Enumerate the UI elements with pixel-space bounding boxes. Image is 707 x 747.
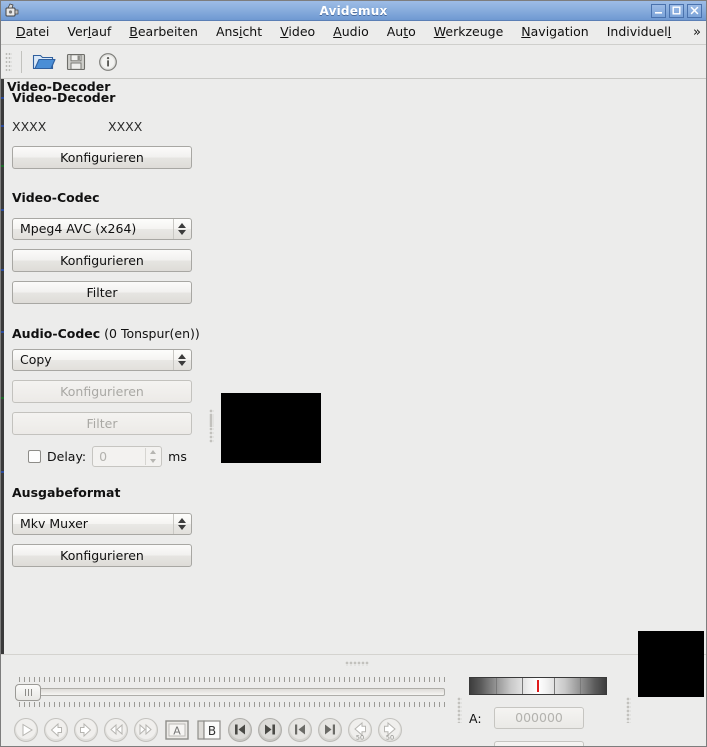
go-to-end-button[interactable] (257, 717, 283, 743)
marker-b-label: B (208, 724, 216, 738)
marker-a-field-label: A: (469, 710, 482, 726)
window-controls (651, 3, 706, 18)
audio-codec-heading-main: Audio-Codec (12, 326, 101, 341)
avidemux-app-icon (4, 3, 20, 19)
menu-item-ansicht[interactable]: Ansicht (207, 23, 271, 42)
position-marker (537, 680, 539, 692)
video-codec-heading: Video-Codec (12, 190, 100, 205)
settings-stack: Video-Decoder XXXX XXXX Konfigurieren Vi… (12, 77, 212, 567)
prev-keyframe-button[interactable] (287, 717, 313, 743)
menu-item-werkzeuge[interactable]: Werkzeuge (425, 23, 513, 42)
chevron-updown-icon (173, 350, 187, 370)
menu-item-verlauf[interactable]: Verlauf (58, 23, 120, 42)
next-keyframe-button[interactable] (317, 717, 343, 743)
forward-50-label: 50 (386, 734, 394, 742)
open-file-icon (32, 51, 56, 73)
play-button[interactable] (13, 717, 39, 743)
main-content: Video-Decoder Video-Decoder XXXX XXXX Ko… (1, 79, 706, 654)
chevron-updown-icon (173, 219, 187, 239)
audio-codec-track-count: (0 Tonspur(en)) (100, 326, 200, 341)
fast-forward-button[interactable] (133, 717, 159, 743)
output-format-configure-button[interactable]: Konfigurieren (12, 544, 192, 567)
audio-codec-heading: Audio-Codec (0 Tonspur(en)) (12, 326, 212, 341)
go-to-start-button[interactable] (227, 717, 253, 743)
video-codec-select[interactable]: Mpeg4 AVC (x264) (12, 218, 192, 240)
forward-50-button[interactable]: 50 (377, 717, 403, 743)
video-codec-selected-value: Mpeg4 AVC (x264) (20, 221, 137, 236)
ab-selection-panel: A: 000000 B: 000000 Filter anwenden (469, 677, 629, 746)
step-back-button[interactable] (43, 717, 69, 743)
output-format-selected-value: Mkv Muxer (20, 516, 88, 531)
output-format-heading: Ausgabeformat (12, 485, 121, 500)
output-preview-thumbnail (638, 631, 704, 697)
marker-a-row: A: 000000 (469, 707, 629, 729)
marker-b-button[interactable]: B (195, 717, 223, 743)
minimize-button[interactable] (651, 3, 666, 18)
delay-value: 0 (99, 449, 108, 464)
output-format-select[interactable]: Mkv Muxer (12, 513, 192, 535)
menu-item-video[interactable]: Video (271, 23, 324, 42)
menu-item-navigation[interactable]: Navigation (512, 23, 597, 42)
video-decoder-value-left: XXXX (12, 119, 47, 134)
video-codec-filter-button[interactable]: Filter (12, 281, 192, 304)
avidemux-window: Avidemux Datei Verlauf Bearbeiten Ansich… (0, 0, 707, 747)
marker-b-field[interactable]: 000000 (494, 741, 584, 746)
back-50-label: 50 (356, 734, 364, 742)
menu-bar: Datei Verlauf Bearbeiten Ansicht Video A… (1, 21, 706, 45)
timeline-track[interactable] (21, 688, 445, 696)
marker-a-field[interactable]: 000000 (494, 707, 584, 729)
marker-a-label: A (173, 725, 181, 738)
save-button[interactable] (61, 48, 91, 76)
marker-a-button[interactable]: A (163, 717, 191, 743)
video-decoder-configure-button[interactable]: Konfigurieren (12, 146, 192, 169)
position-gradient-bar[interactable] (469, 677, 607, 695)
maximize-button[interactable] (669, 3, 684, 18)
audio-codec-configure-button: Konfigurieren (12, 380, 192, 403)
toolbar-drag-handle[interactable] (5, 51, 12, 72)
video-preview (221, 393, 321, 463)
info-button[interactable] (93, 48, 123, 76)
bottom-bar: A B 50 50 A: 000000 (1, 654, 706, 746)
splitter-handle-preview[interactable] (626, 697, 631, 723)
delay-label: Delay: (47, 449, 87, 464)
video-decoder-value-right: XXXX (108, 119, 143, 134)
window-title: Avidemux (319, 3, 388, 18)
audio-codec-select[interactable]: Copy (12, 349, 192, 371)
info-icon (97, 51, 119, 73)
audio-codec-filter-button: Filter (12, 412, 192, 435)
video-decoder-heading: Video-Decoder (12, 90, 116, 105)
timeline-handle[interactable] (15, 684, 41, 701)
menu-item-audio[interactable]: Audio (324, 23, 378, 42)
menu-item-auto[interactable]: Auto (378, 23, 425, 42)
step-forward-button[interactable] (73, 717, 99, 743)
timeline-slider[interactable] (15, 677, 445, 707)
delay-unit-label: ms (168, 449, 187, 464)
menu-item-datei[interactable]: Datei (7, 23, 58, 42)
playback-controls: A B 50 50 (13, 717, 403, 743)
timeline-ticks-top (19, 677, 445, 682)
marker-b-row: B: 000000 (469, 741, 629, 746)
save-icon (65, 51, 87, 73)
rewind-button[interactable] (103, 717, 129, 743)
splitter-handle-horizontal[interactable] (345, 661, 369, 666)
close-button[interactable] (687, 3, 702, 18)
spinner-arrows-icon (145, 448, 159, 465)
menu-item-bearbeiten[interactable]: Bearbeiten (120, 23, 207, 42)
title-bar: Avidemux (1, 1, 706, 21)
timeline-ticks-bottom (19, 702, 445, 707)
chevron-updown-icon (173, 514, 187, 534)
open-file-button[interactable] (29, 48, 59, 76)
audio-codec-selected-value: Copy (20, 352, 52, 367)
toolbar-separator (21, 50, 22, 73)
back-50-button[interactable]: 50 (347, 717, 373, 743)
left-edge-strip (1, 79, 4, 654)
tool-bar (1, 45, 706, 79)
delay-spinner: 0 (92, 446, 163, 467)
video-codec-configure-button[interactable]: Konfigurieren (12, 249, 192, 272)
delay-checkbox[interactable] (28, 450, 41, 463)
splitter-handle-right[interactable] (457, 697, 462, 723)
menu-overflow-chevron[interactable]: » (693, 25, 701, 40)
menu-item-individuell[interactable]: Individuell (598, 23, 680, 42)
